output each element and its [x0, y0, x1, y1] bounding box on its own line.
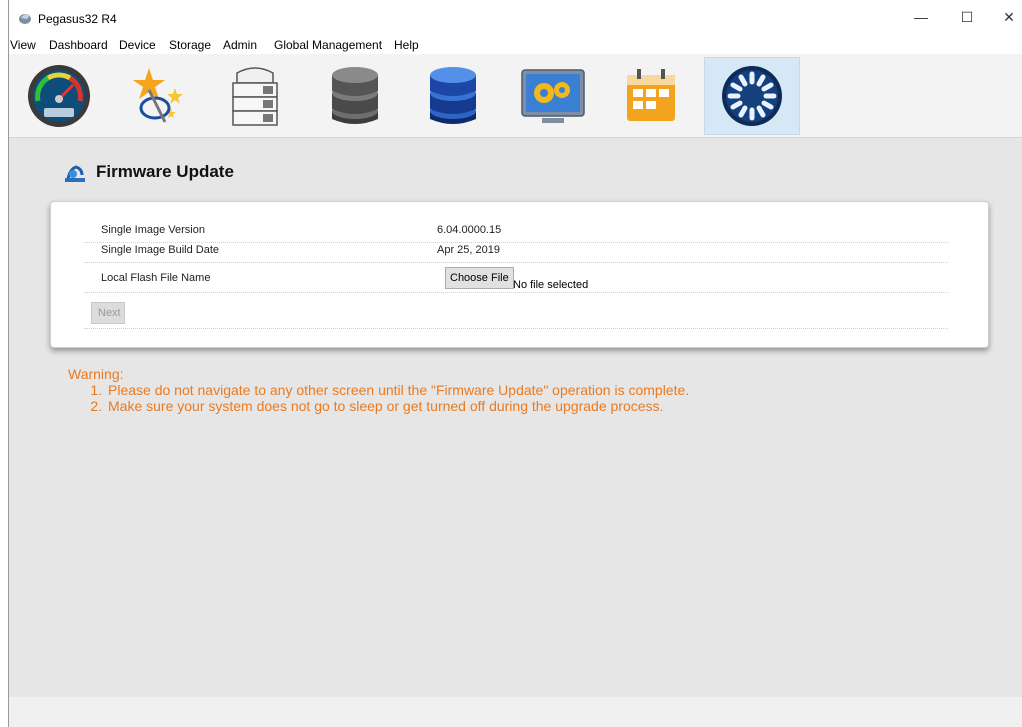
calendar-icon: [627, 69, 675, 121]
warning-item-1: Please do not navigate to any other scre…: [106, 382, 689, 398]
toolbar-wizard-button[interactable]: [111, 57, 207, 135]
menu-device[interactable]: Device: [119, 38, 156, 52]
firmware-page-icon: [65, 165, 85, 182]
minimize-button[interactable]: —: [901, 0, 941, 34]
warning-block: Warning: Please do not navigate to any o…: [68, 366, 689, 414]
database-gray-icon: [332, 67, 378, 124]
app-logo-icon: [19, 14, 31, 24]
row-actions: [84, 294, 948, 329]
gears-monitor-icon: [521, 69, 585, 123]
maximize-button[interactable]: ☐: [947, 0, 987, 34]
menu-storage[interactable]: Storage: [169, 38, 211, 52]
no-file-selected-text: No file selected: [513, 279, 589, 291]
warning-list: Please do not navigate to any other scre…: [68, 382, 689, 414]
enclosure-icon: [232, 67, 278, 126]
toolbar-dashboard-button[interactable]: [11, 57, 107, 135]
title-bar: Pegasus32 R4 — ☐ ✕: [9, 0, 1022, 34]
toolbar-storage-button[interactable]: [307, 57, 403, 135]
page-title: Firmware Update: [96, 162, 234, 181]
menu-dashboard[interactable]: Dashboard: [49, 38, 108, 52]
value-single-image-version: 6.04.0000.15: [437, 224, 502, 236]
row-single-image-version: Single Image Version 6.04.0000.15: [84, 224, 948, 243]
menu-help[interactable]: Help: [394, 38, 419, 52]
firmware-update-icon: [722, 66, 782, 126]
toolbar-logical-drive-button[interactable]: [405, 57, 501, 135]
warning-heading: Warning:: [68, 366, 124, 382]
row-single-image-build-date: Single Image Build Date Apr 25, 2019: [84, 244, 948, 263]
toolbar-schedule-button[interactable]: [603, 57, 699, 135]
gauge-icon: [28, 65, 90, 127]
database-blue-icon: [430, 67, 476, 124]
menu-admin[interactable]: Admin: [223, 38, 257, 52]
choose-file-button[interactable]: Choose File: [445, 267, 514, 289]
firmware-panel: Single Image Version 6.04.0000.15 Single…: [50, 201, 989, 348]
wizard-icon: [133, 68, 183, 123]
window-title: Pegasus32 R4: [38, 12, 117, 26]
menu-global-management[interactable]: Global Management: [274, 38, 382, 52]
menu-view[interactable]: View: [10, 38, 36, 52]
label-single-image-version: Single Image Version: [101, 224, 205, 236]
warning-item-2: Make sure your system does not go to sle…: [106, 398, 689, 414]
status-footer: [9, 697, 1022, 727]
toolbar: [9, 54, 1022, 138]
toolbar-device-button[interactable]: [207, 57, 303, 135]
menu-bar: View Dashboard Device Storage Admin Glob…: [9, 34, 1022, 54]
value-single-image-build-date: Apr 25, 2019: [437, 244, 500, 256]
close-button[interactable]: ✕: [989, 0, 1022, 34]
label-single-image-build-date: Single Image Build Date: [101, 244, 220, 256]
app-window: Pegasus32 R4 — ☐ ✕ View Dashboard Device…: [8, 0, 1022, 727]
label-local-flash-file-name: Local Flash File Name: [101, 272, 211, 284]
toolbar-settings-button[interactable]: [505, 57, 601, 135]
toolbar-firmware-update-button[interactable]: [704, 57, 800, 135]
